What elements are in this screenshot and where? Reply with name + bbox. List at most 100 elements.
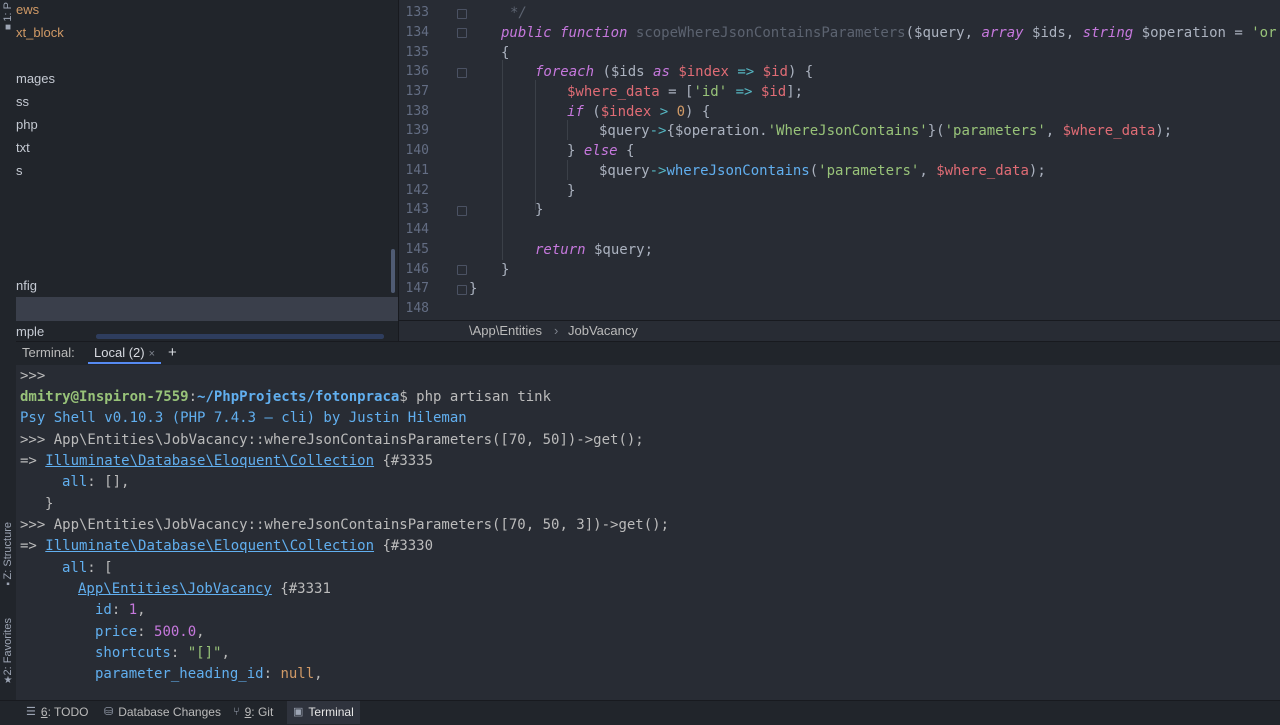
database-changes-label: Database Changes (118, 705, 221, 719)
database-icon: ⛁ (104, 706, 114, 718)
code-line-145: return $query; (535, 242, 654, 258)
line-number: 142 (405, 183, 429, 198)
terminal-line: => Illuminate\Database\Eloquent\Collecti… (20, 453, 434, 469)
code-line-137: $where_data = ['id' => $id]; (567, 84, 804, 100)
new-terminal-tab-button[interactable]: + (168, 342, 177, 364)
line-number: 144 (405, 222, 429, 237)
indent-guide (567, 120, 568, 140)
tree-item[interactable]: ews (16, 0, 39, 21)
code-line-140: } else { (567, 143, 635, 159)
terminal-line: parameter_heading_id: null, (95, 666, 323, 682)
breadcrumb: \App\Entities › JobVacancy (399, 320, 1280, 341)
structure-tool-tab-label: Z: Structure (2, 522, 14, 580)
tool-window-bar: ☰ 6: TODO ⛁ Database Changes ⑂ 9: Git ▣ … (0, 700, 1280, 725)
terminal-line: id: 1, (95, 602, 146, 618)
fold-marker-icon[interactable] (457, 206, 467, 216)
line-number: 138 (405, 104, 429, 119)
folder-icon: ■ (4, 21, 12, 33)
terminal-line: >>> (20, 368, 46, 384)
terminal-line: shortcuts: "[]", (95, 645, 230, 661)
line-number: 135 (405, 45, 429, 60)
code-line-135: { (501, 45, 510, 61)
fold-marker-icon[interactable] (457, 9, 467, 19)
line-number: 148 (405, 301, 429, 316)
code-line-136: foreach ($ids as $index => $id) { (535, 64, 814, 80)
tree-item[interactable]: xt_block (16, 22, 64, 44)
terminal-line: } (45, 496, 54, 512)
git-label: 9: Git (244, 705, 274, 719)
git-tool-button[interactable]: ⑂ 9: Git (233, 701, 273, 724)
code-line-141: $query->whereJsonContains('parameters', … (599, 163, 1046, 179)
tree-item[interactable]: ss (16, 91, 29, 113)
fold-marker-icon[interactable] (457, 68, 467, 78)
structure-icon: ▪ (6, 579, 10, 591)
collection-link[interactable]: Illuminate\Database\Eloquent\Collection (45, 453, 374, 469)
code-line-133: */ (510, 5, 527, 21)
code-editor[interactable]: 133 134 135 136 137 138 139 140 141 142 … (398, 0, 1280, 341)
job-vacancy-link[interactable]: App\Entities\JobVacancy (78, 581, 272, 597)
breadcrumb-class[interactable]: JobVacancy (568, 321, 638, 341)
terminal-line: >>> App\Entities\JobVacancy::whereJsonCo… (20, 432, 644, 448)
terminal-line: dmitry@Inspiron-7559:~/PhpProjects/foton… (20, 389, 552, 405)
fold-marker-icon[interactable] (457, 28, 467, 38)
todo-tool-button[interactable]: ☰ 6: TODO (26, 701, 88, 724)
terminal-line: App\Entities\JobVacancy {#3331 (78, 581, 331, 597)
line-number-gutter: 133 134 135 136 137 138 139 140 141 142 … (399, 0, 459, 320)
line-number: 140 (405, 143, 429, 158)
terminal-line: >>> App\Entities\JobVacancy::whereJsonCo… (20, 517, 670, 533)
line-number: 145 (405, 242, 429, 257)
fold-marker-icon[interactable] (457, 265, 467, 275)
code-line-143: } (535, 202, 544, 218)
line-number: 133 (405, 5, 429, 20)
tree-item[interactable]: s (16, 160, 23, 182)
tool-window-strip: 1: P ■ Z: Structure ▪ 2: Favorites ★ (0, 0, 17, 700)
terminal-tool-label: Terminal (308, 705, 354, 719)
terminal-line: => Illuminate\Database\Eloquent\Collecti… (20, 538, 434, 554)
tree-item[interactable]: nfig (16, 275, 37, 297)
terminal-line: price: 500.0, (95, 624, 205, 640)
code-line-138: if ($index > 0) { (567, 104, 711, 120)
project-tree-panel: ews xt_block mages ss php txt s nfig mpl… (16, 0, 398, 341)
terminal-header: Terminal: Local (2) × + (16, 341, 1280, 366)
line-number: 141 (405, 163, 429, 178)
database-changes-tool-button[interactable]: ⛁ Database Changes (104, 701, 221, 724)
git-branch-icon: ⑂ (233, 706, 240, 718)
terminal-tab-local-2[interactable]: Local (2) × (88, 342, 162, 364)
line-number: 137 (405, 84, 429, 99)
tree-item[interactable]: mages (16, 68, 55, 90)
close-icon[interactable]: × (149, 348, 155, 360)
terminal-title: Terminal: (22, 345, 75, 360)
line-number: 139 (405, 123, 429, 138)
code-line-147: } (469, 281, 478, 297)
list-icon: ☰ (26, 706, 36, 718)
code-line-139: $query->{$operation.'WhereJsonContains'}… (599, 123, 1173, 139)
indent-guide (502, 60, 503, 260)
tree-item[interactable]: txt (16, 137, 30, 159)
tree-selection-highlight (16, 297, 398, 321)
terminal-tool-button[interactable]: ▣ Terminal (287, 701, 360, 724)
line-number: 134 (405, 25, 429, 40)
project-tool-tab[interactable]: 1: P ■ (0, 2, 16, 34)
code-line-146: } (501, 262, 510, 278)
collection-link[interactable]: Illuminate\Database\Eloquent\Collection (45, 538, 374, 554)
indent-guide (567, 160, 568, 180)
terminal-icon: ▣ (293, 706, 304, 718)
fold-marker-icon[interactable] (457, 285, 467, 295)
tree-item[interactable]: php (16, 114, 38, 136)
terminal-tab-label: Local (2) (94, 345, 145, 360)
favorites-tool-tab-label: 2: Favorites (2, 618, 14, 676)
favorites-tool-tab[interactable]: 2: Favorites ★ (0, 618, 16, 687)
todo-label: 6: TODO (40, 705, 89, 719)
tree-horizontal-scrollbar[interactable] (96, 334, 384, 339)
structure-tool-tab[interactable]: Z: Structure ▪ (0, 522, 16, 591)
line-number: 146 (405, 262, 429, 277)
project-tool-tab-label: 1: P (2, 2, 14, 22)
terminal-output[interactable]: >>> dmitry@Inspiron-7559:~/PhpProjects/f… (16, 365, 1280, 700)
line-number: 136 (405, 64, 429, 79)
terminal-line: Psy Shell v0.10.3 (PHP 7.4.3 — cli) by J… (20, 410, 467, 426)
star-icon: ★ (3, 675, 13, 687)
tree-vertical-scrollbar[interactable] (391, 249, 395, 293)
breadcrumb-namespace[interactable]: \App\Entities (469, 321, 542, 341)
tree-item[interactable]: mple (16, 321, 44, 341)
terminal-line: all: [ (62, 560, 113, 576)
